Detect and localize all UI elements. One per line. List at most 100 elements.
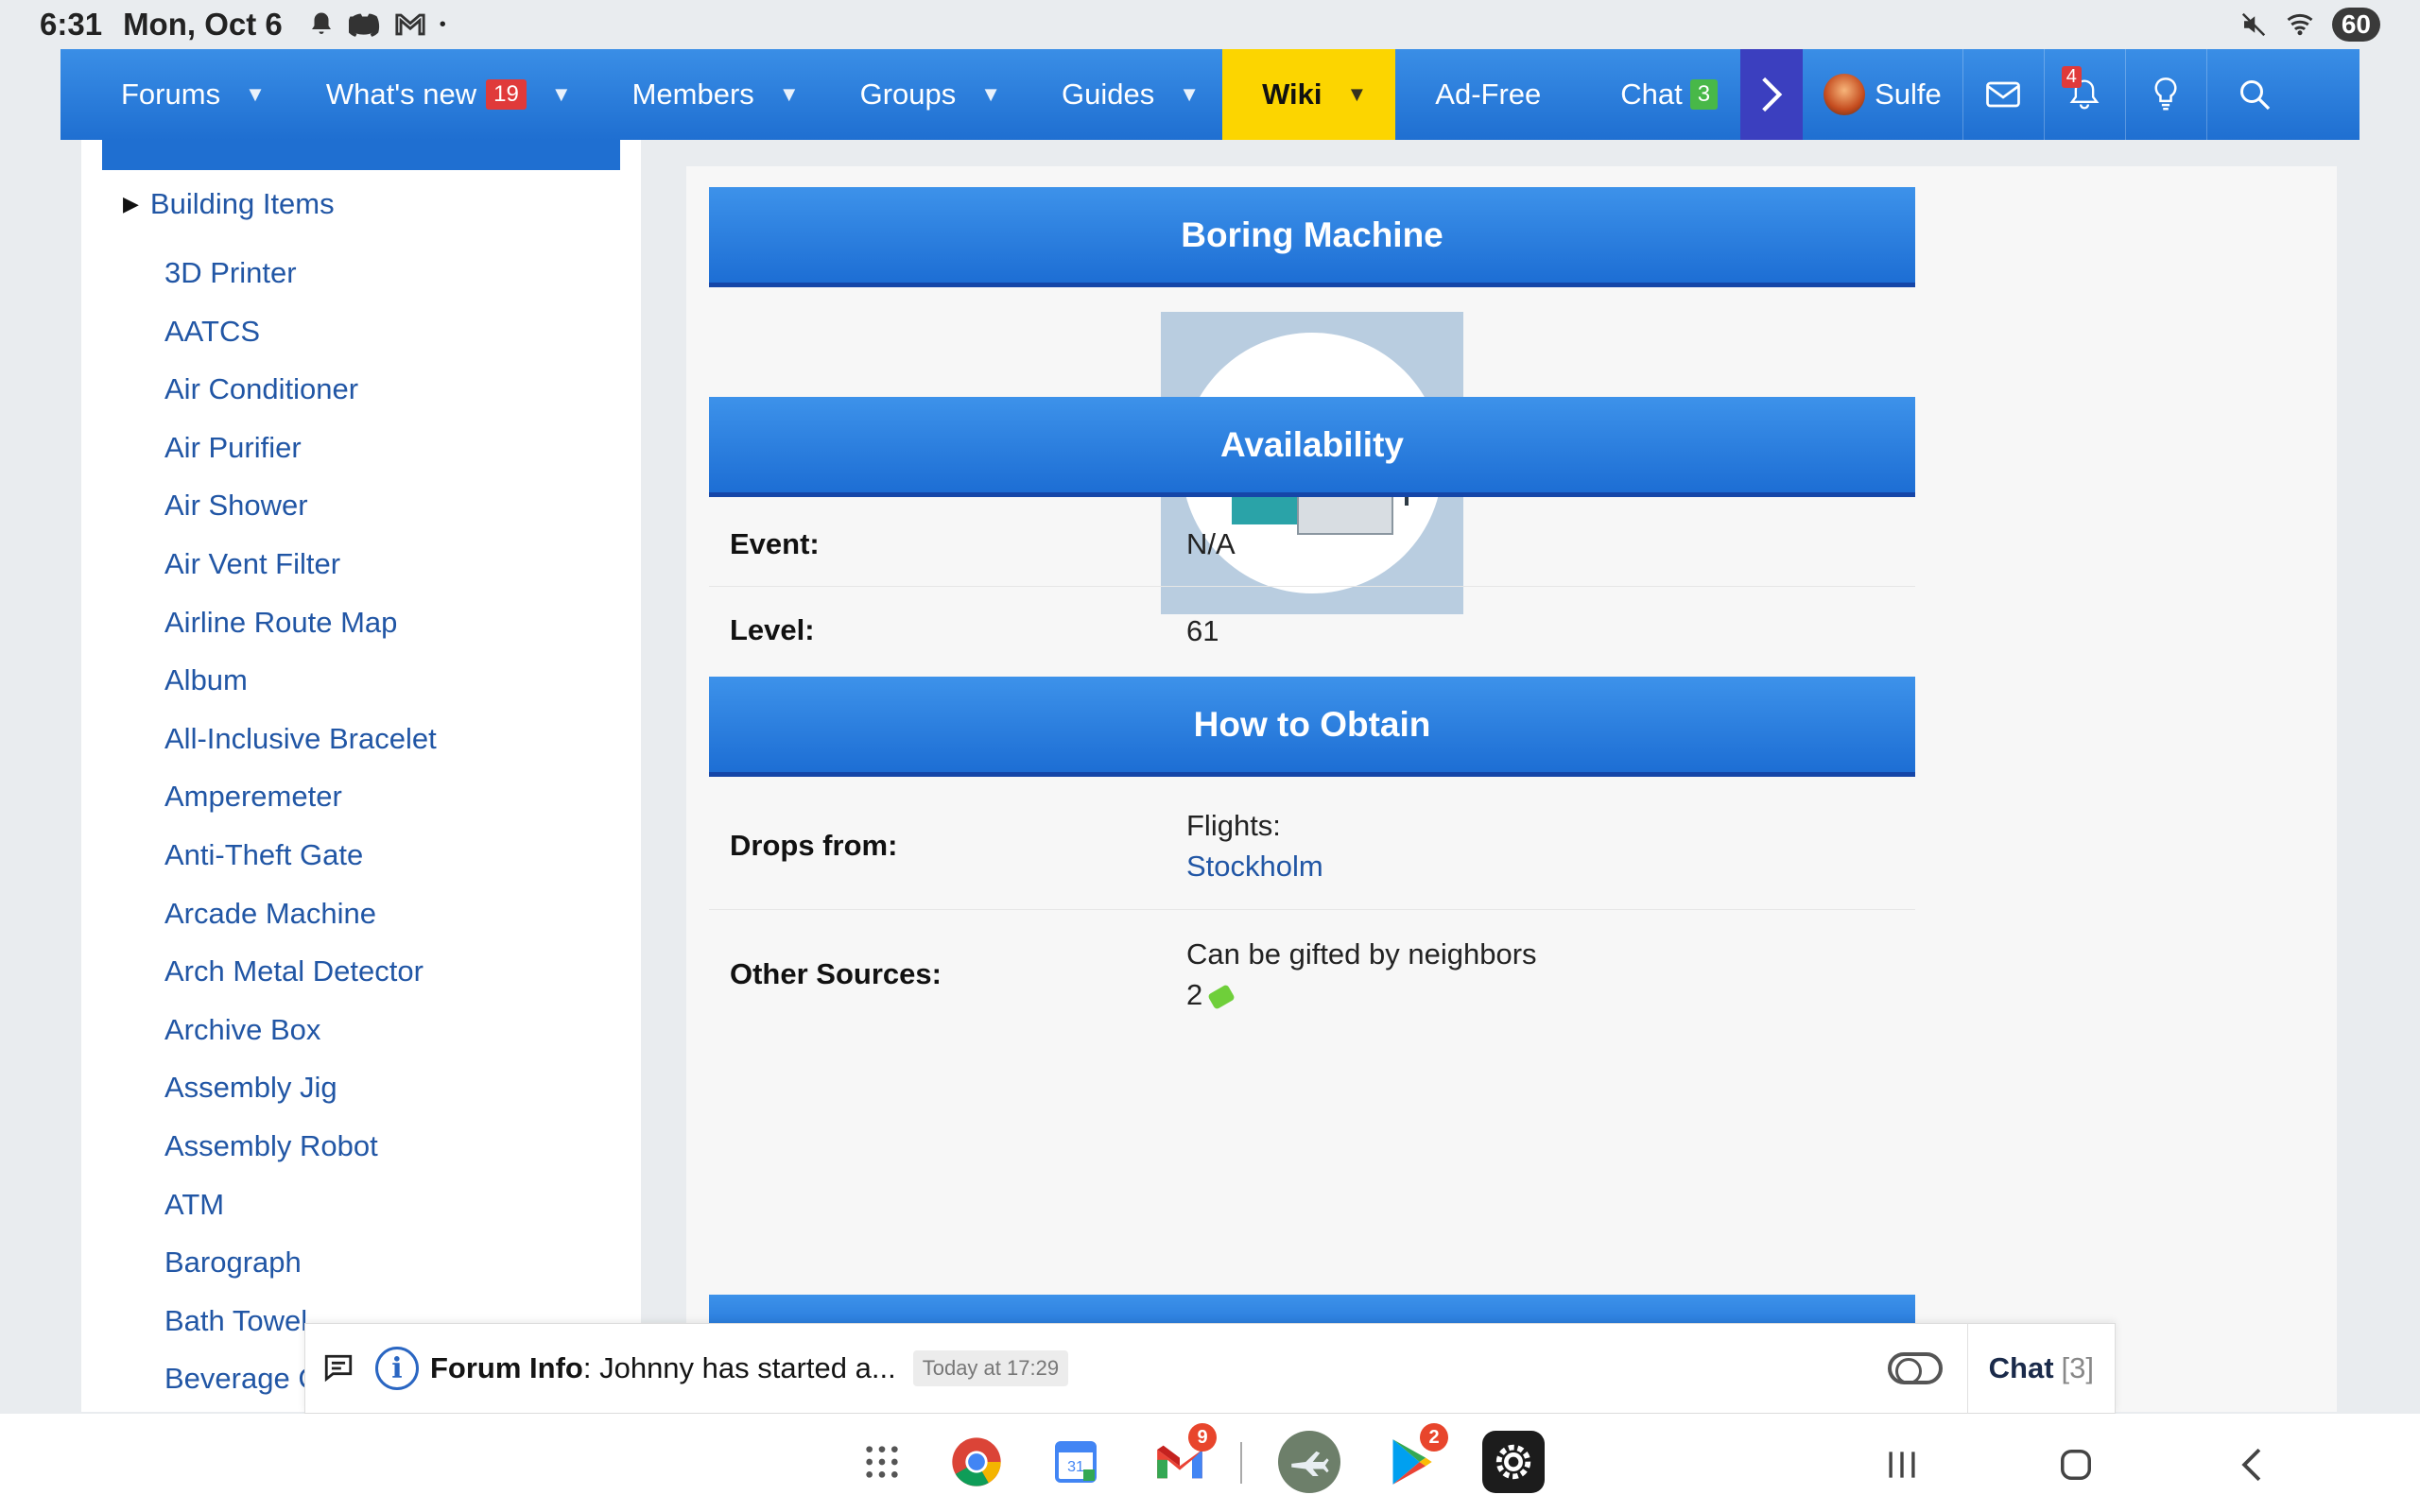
forum-info-notice[interactable]: i Forum Info : Johnny has started a... T… (304, 1323, 2116, 1414)
status-time: 6:31 (40, 7, 103, 42)
chevron-down-icon[interactable]: ▼ (551, 82, 572, 107)
lightbulb-icon[interactable] (2126, 49, 2207, 140)
nav-forums-label: Forums (121, 77, 221, 111)
sidebar-group-building-items[interactable]: ▶ Building Items (123, 187, 335, 221)
chevron-down-icon[interactable]: ▼ (1179, 82, 1200, 107)
chat-count: [3] (2061, 1351, 2094, 1384)
chat-button[interactable]: Chat [3] (1966, 1323, 2115, 1414)
other-sources-row: Other Sources: Can be gifted by neighbor… (709, 910, 1915, 1039)
how-to-obtain-header: How to Obtain (709, 677, 1915, 777)
play-store-badge: 2 (1420, 1423, 1448, 1452)
stockholm-link[interactable]: Stockholm (1186, 850, 1323, 883)
sidebar-item[interactable]: Album (164, 651, 437, 710)
nav-ad-free-label: Ad-Free (1435, 77, 1542, 111)
sidebar-item[interactable]: Air Shower (164, 476, 437, 535)
app-drawer-icon[interactable] (851, 1431, 913, 1493)
search-icon[interactable] (2207, 49, 2302, 140)
sidebar-item[interactable]: AATCS (164, 302, 437, 361)
sidebar-item[interactable]: Anti-Theft Gate (164, 826, 437, 885)
back-icon[interactable] (2225, 1438, 2278, 1491)
settings-icon[interactable] (1482, 1431, 1545, 1493)
play-store-icon[interactable]: 2 (1380, 1423, 1448, 1493)
gmail-icon[interactable]: 9 (1149, 1423, 1217, 1493)
nav-chat-label: Chat (1620, 77, 1683, 111)
chrome-icon[interactable] (945, 1431, 1008, 1493)
sidebar-item[interactable]: Air Conditioner (164, 360, 437, 419)
top-navbar: Forums ▼ What's new 19 ▼ Members ▼ Group… (60, 49, 2360, 140)
sidebar-item[interactable]: Archive Box (164, 1001, 437, 1059)
nav-wiki[interactable]: Wiki ▼ (1222, 49, 1396, 140)
svg-text:31: 31 (1067, 1459, 1084, 1475)
airline-game-icon[interactable] (1278, 1431, 1340, 1493)
sidebar-header-bar (102, 140, 620, 170)
caret-right-icon[interactable]: ▶ (123, 192, 139, 216)
notice-title: Forum Info (430, 1351, 583, 1384)
nav-groups[interactable]: Groups ▼ (800, 49, 1001, 140)
wiki-sidebar: ▶ Building Items 3D Printer AATCS Air Co… (81, 140, 641, 1412)
notice-time: Today at 17:29 (912, 1350, 1069, 1386)
home-icon[interactable] (2049, 1438, 2102, 1491)
chevron-down-icon[interactable]: ▼ (779, 82, 800, 107)
other-sources-value: Can be gifted by neighbors (1186, 937, 1537, 971)
item-title-header: Boring Machine (709, 187, 1915, 287)
event-value: N/A (1186, 527, 1236, 560)
sidebar-item[interactable]: Assembly Robot (164, 1117, 437, 1176)
sidebar-item[interactable]: Arch Metal Detector (164, 942, 437, 1001)
discord-icon (348, 13, 379, 37)
chat-badge: 3 (1689, 79, 1719, 110)
other-sources-label: Other Sources: (730, 957, 942, 990)
chevron-down-icon[interactable]: ▼ (980, 82, 1001, 107)
info-icon: i (375, 1347, 419, 1390)
user-menu[interactable]: Sulfe (1803, 49, 1963, 140)
calendar-icon[interactable]: 31 (1045, 1431, 1107, 1493)
alerts-bell-icon[interactable]: 4 (2045, 49, 2126, 140)
sidebar-item[interactable]: Amperemeter (164, 767, 437, 826)
chat-toggle[interactable] (1887, 1352, 1943, 1384)
message-icon[interactable] (322, 1352, 354, 1384)
availability-title: Availability (1220, 424, 1404, 464)
drops-prefix: Flights: (1186, 808, 1281, 842)
avatar (1824, 74, 1866, 115)
drops-label: Drops from: (730, 828, 898, 862)
sidebar-group-label: Building Items (149, 187, 335, 220)
sidebar-item[interactable]: 3D Printer (164, 244, 437, 302)
nav-forums[interactable]: Forums ▼ (60, 49, 266, 140)
chat-label: Chat (1988, 1351, 2054, 1384)
nav-whats-new[interactable]: What's new 19 ▼ (266, 49, 572, 140)
recent-apps-icon[interactable] (1876, 1438, 1928, 1491)
chevron-down-icon[interactable]: ▼ (245, 82, 266, 107)
sidebar-item[interactable]: Arcade Machine (164, 885, 437, 943)
availability-header: Availability (709, 397, 1915, 497)
wifi-icon (2287, 13, 2313, 36)
gift-amount: 2 (1186, 978, 1203, 1011)
alerts-badge: 4 (2061, 66, 2082, 88)
android-dock: 31 9 2 (0, 1414, 2420, 1512)
sidebar-item[interactable]: All-Inclusive Bracelet (164, 710, 437, 768)
chevron-down-icon[interactable]: ▼ (1347, 82, 1368, 107)
nav-scroll-right-icon[interactable] (1740, 49, 1804, 140)
sidebar-item[interactable]: Air Vent Filter (164, 535, 437, 593)
level-row: Level: 61 (709, 587, 1915, 674)
inbox-icon[interactable] (1963, 49, 2045, 140)
status-bar: 6:31 Mon, Oct 6 • 60 (0, 0, 2420, 49)
battery-indicator: 60 (2331, 8, 2380, 42)
status-date: Mon, Oct 6 (123, 7, 283, 42)
event-label: Event: (730, 526, 820, 560)
cash-icon (1207, 984, 1236, 1010)
nav-ad-free[interactable]: Ad-Free (1395, 49, 1541, 140)
sidebar-item[interactable]: Assembly Jig (164, 1058, 437, 1117)
level-label: Level: (730, 613, 815, 646)
nav-guides[interactable]: Guides ▼ (1001, 49, 1200, 140)
nav-chat[interactable]: Chat 3 (1541, 49, 1719, 140)
sidebar-item[interactable]: Airline Route Map (164, 593, 437, 652)
sidebar-item[interactable]: Air Purifier (164, 419, 437, 477)
sidebar-item[interactable]: Barograph (164, 1233, 437, 1292)
how-to-obtain-title: How to Obtain (1193, 704, 1431, 744)
level-value: 61 (1186, 613, 1219, 647)
mute-icon (2241, 12, 2265, 37)
wiki-article: Boring Machine Availability Event: N/A L… (686, 166, 2337, 1412)
nav-members-label: Members (631, 77, 754, 111)
sidebar-item-list: 3D Printer AATCS Air Conditioner Air Pur… (164, 244, 437, 1408)
nav-members[interactable]: Members ▼ (572, 49, 800, 140)
sidebar-item[interactable]: ATM (164, 1176, 437, 1234)
